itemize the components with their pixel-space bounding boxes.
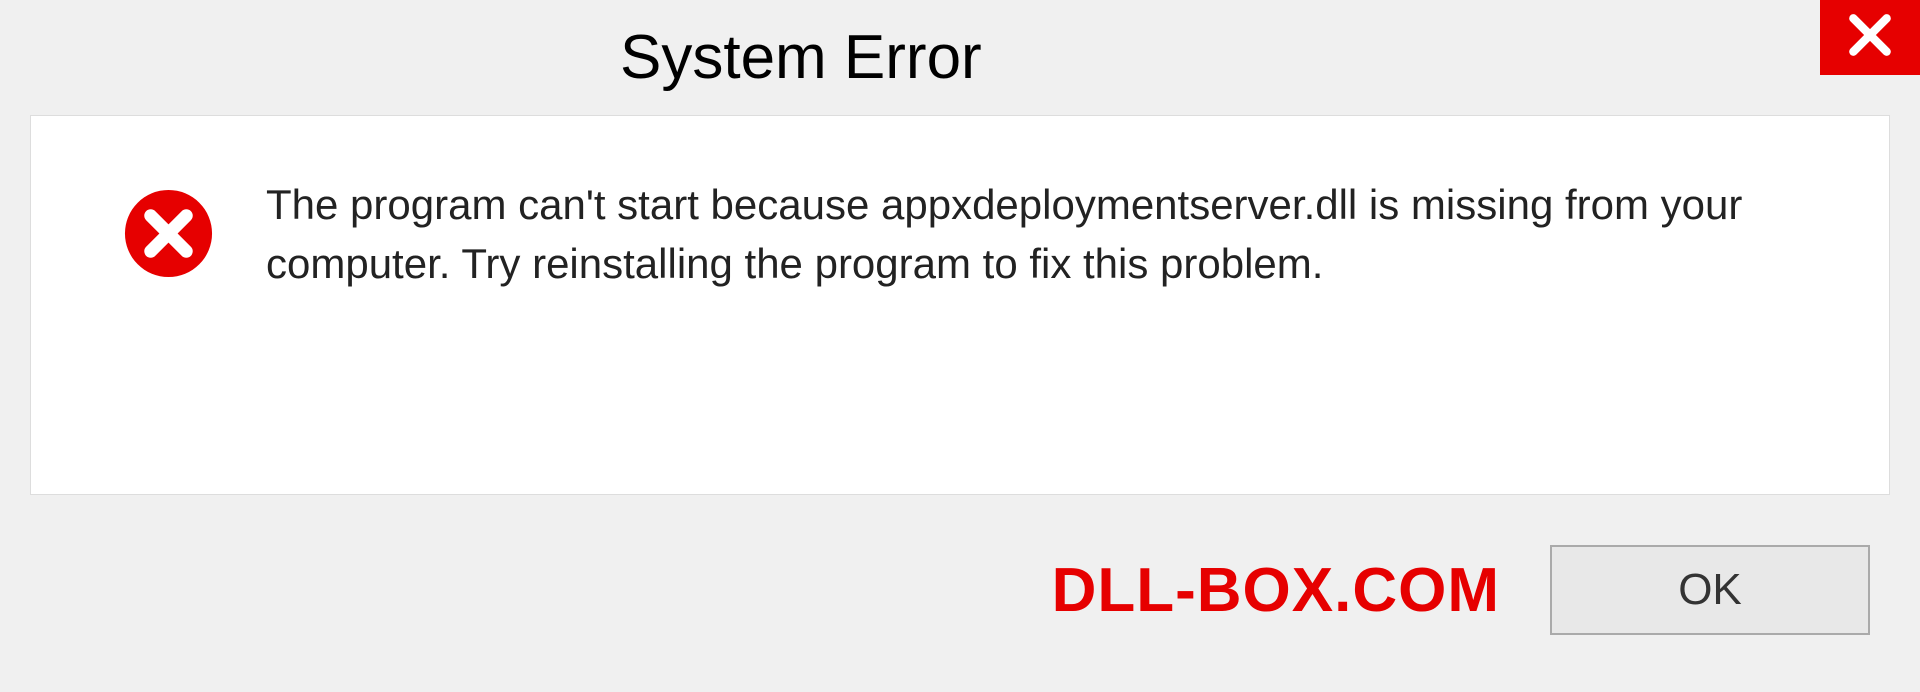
watermark-text: DLL-BOX.COM bbox=[1052, 555, 1500, 626]
dialog-footer: DLL-BOX.COM OK bbox=[30, 525, 1890, 655]
error-message: The program can't start because appxdepl… bbox=[266, 176, 1839, 294]
dialog-title: System Error bbox=[620, 22, 982, 93]
error-icon bbox=[121, 186, 216, 286]
close-button[interactable] bbox=[1820, 0, 1920, 75]
title-bar: System Error bbox=[0, 0, 1920, 115]
error-dialog: System Error The program can't start bec… bbox=[0, 0, 1920, 692]
close-icon bbox=[1845, 10, 1895, 65]
content-panel: The program can't start because appxdepl… bbox=[30, 115, 1890, 495]
ok-button[interactable]: OK bbox=[1550, 545, 1870, 635]
